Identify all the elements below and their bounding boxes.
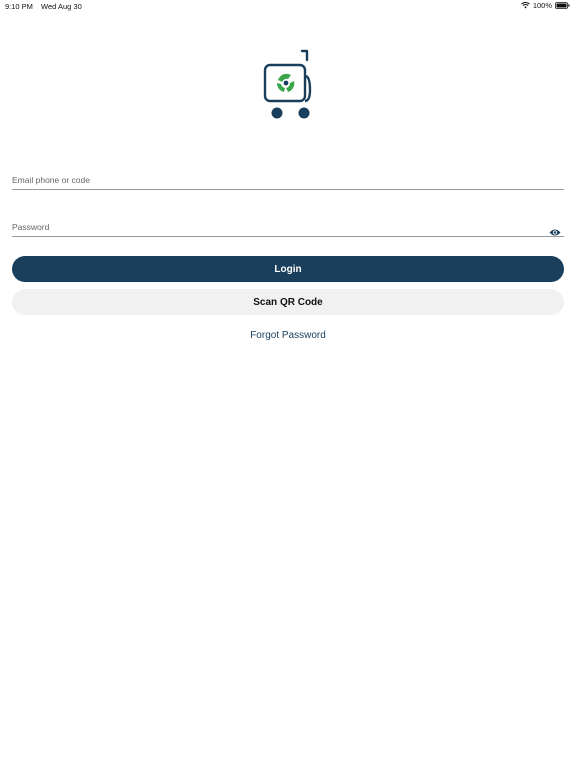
forgot-password-link[interactable]: Forgot Password [0,330,576,341]
cart-logo-icon [258,46,318,122]
status-time: 9:10 PM [5,2,33,11]
login-screen: 9:10 PM Wed Aug 30 100% Email phone or c… [0,0,576,768]
status-bar: 9:10 PM Wed Aug 30 100% [0,0,576,12]
status-right: 100% [520,1,570,10]
battery-icon [555,2,570,9]
eye-icon[interactable] [549,224,561,236]
scan-qr-code-button[interactable]: Scan QR Code [12,289,564,315]
status-left: 9:10 PM Wed Aug 30 [5,2,82,11]
battery-percent: 100% [532,1,552,10]
login-button[interactable]: Login [12,256,564,282]
status-date: Wed Aug 30 [41,2,82,11]
wifi-icon [520,2,530,9]
password-field[interactable] [12,222,532,232]
password-field-container [12,216,564,237]
email-field-container [12,169,564,190]
email-field[interactable] [12,175,532,185]
